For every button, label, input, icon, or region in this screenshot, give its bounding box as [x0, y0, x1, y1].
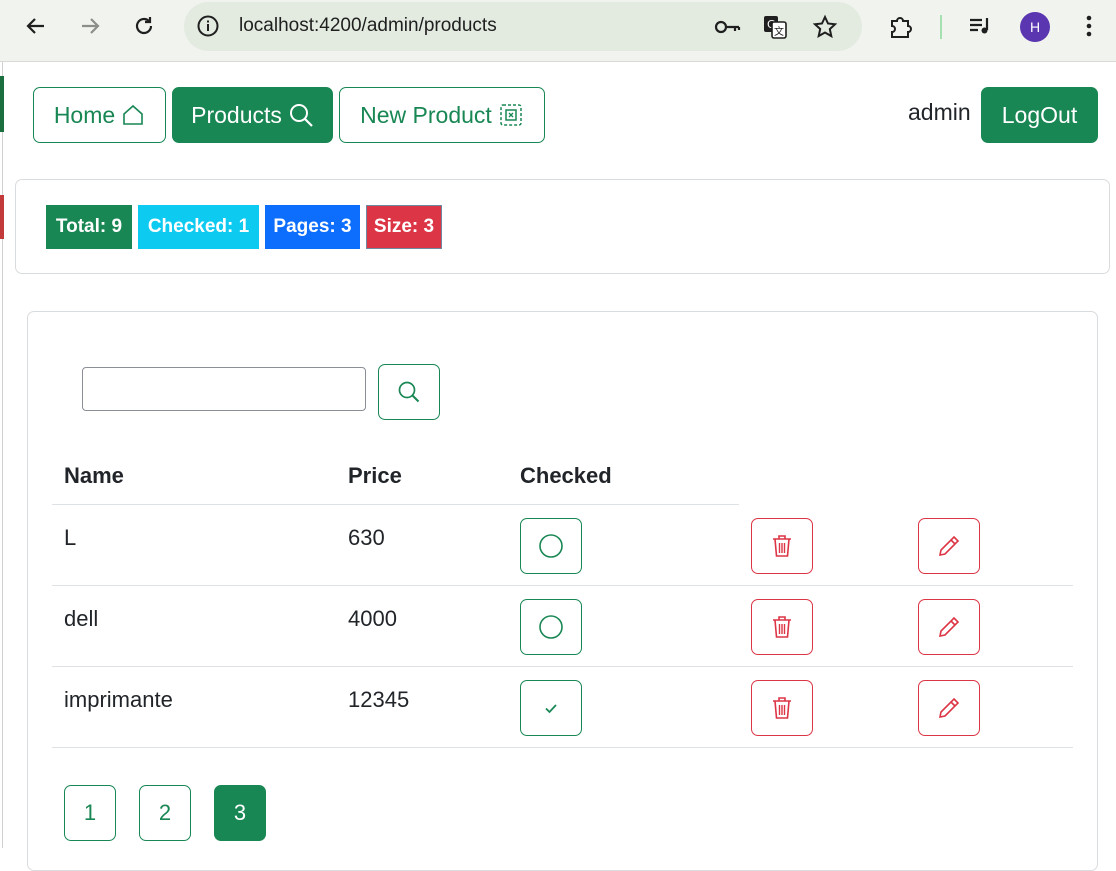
forward-arrow-icon[interactable]	[76, 12, 104, 40]
home-button-label: Home	[53, 101, 116, 128]
product-name: imprimante	[64, 687, 173, 712]
address-bar[interactable]: localhost:4200/admin/products G文	[184, 2, 862, 51]
products-button[interactable]: Products	[172, 87, 333, 143]
product-price: 12345	[348, 687, 410, 712]
product-name: L	[64, 525, 77, 550]
search-input[interactable]	[82, 367, 366, 411]
product-price: 630	[348, 525, 385, 550]
pages-badge: Pages: 3	[265, 205, 360, 249]
page-edge-line	[2, 62, 3, 848]
page-edge-accent	[0, 76, 4, 132]
product-price: 4000	[348, 606, 397, 631]
search-button[interactable]	[378, 364, 440, 420]
column-header-name: Name	[64, 463, 124, 488]
circle-icon	[539, 534, 563, 558]
key-icon[interactable]	[714, 14, 741, 40]
column-header-price: Price	[348, 463, 402, 488]
column-header-checked: Checked	[520, 463, 612, 488]
extensions-icon[interactable]	[887, 12, 915, 40]
logout-button[interactable]: LogOut	[981, 87, 1098, 143]
check-toggle-button[interactable]	[520, 680, 582, 736]
house-icon	[123, 104, 143, 125]
circle-icon	[539, 615, 563, 639]
pencil-icon	[938, 535, 960, 557]
page-edge-accent	[0, 195, 4, 239]
products-button-label: Products	[191, 101, 282, 128]
row-divider	[52, 747, 1073, 748]
browser-toolbar: localhost:4200/admin/products G文 H	[0, 0, 1116, 62]
checked-badge: Checked: 1	[138, 205, 259, 249]
search-icon	[398, 381, 420, 403]
media-playlist-icon[interactable]	[966, 12, 994, 40]
new-product-button[interactable]: New Product	[339, 87, 545, 143]
size-badge: Size: 3	[366, 205, 442, 249]
row-divider	[52, 585, 1073, 586]
reload-icon[interactable]	[130, 12, 158, 40]
svg-text:文: 文	[774, 25, 784, 38]
home-button[interactable]: Home	[33, 87, 166, 143]
pencil-icon	[938, 616, 960, 638]
edit-button[interactable]	[918, 680, 980, 736]
row-divider	[52, 666, 1073, 667]
page-button-2[interactable]: 2	[139, 785, 191, 841]
profile-avatar[interactable]: H	[1020, 12, 1050, 42]
translate-icon[interactable]: G文	[762, 14, 788, 40]
edit-button[interactable]	[918, 599, 980, 655]
page-button-1[interactable]: 1	[64, 785, 116, 841]
add-item-icon	[500, 104, 522, 126]
trash-icon	[773, 535, 791, 557]
username-label: admin	[908, 99, 971, 125]
check-toggle-button[interactable]	[520, 518, 582, 574]
site-info-icon[interactable]	[196, 14, 220, 38]
product-name: dell	[64, 606, 99, 631]
header-divider	[52, 504, 739, 505]
logout-button-label: LogOut	[1001, 101, 1078, 128]
new-product-button-label: New Product	[360, 101, 492, 128]
edit-button[interactable]	[918, 518, 980, 574]
total-badge: Total: 9	[46, 205, 132, 249]
search-icon	[289, 104, 313, 127]
check-toggle-button[interactable]	[520, 599, 582, 655]
checkmark-icon	[545, 704, 557, 714]
delete-button[interactable]	[751, 518, 813, 574]
pencil-icon	[938, 697, 960, 719]
url-text: localhost:4200/admin/products	[239, 15, 497, 36]
delete-button[interactable]	[751, 680, 813, 736]
back-arrow-icon[interactable]	[22, 12, 50, 40]
more-menu-icon[interactable]	[1075, 12, 1103, 40]
toolbar-separator	[940, 15, 942, 39]
trash-icon	[773, 697, 791, 719]
page-button-3[interactable]: 3	[214, 785, 266, 841]
delete-button[interactable]	[751, 599, 813, 655]
trash-icon	[773, 616, 791, 638]
bookmark-star-icon[interactable]	[812, 14, 838, 40]
